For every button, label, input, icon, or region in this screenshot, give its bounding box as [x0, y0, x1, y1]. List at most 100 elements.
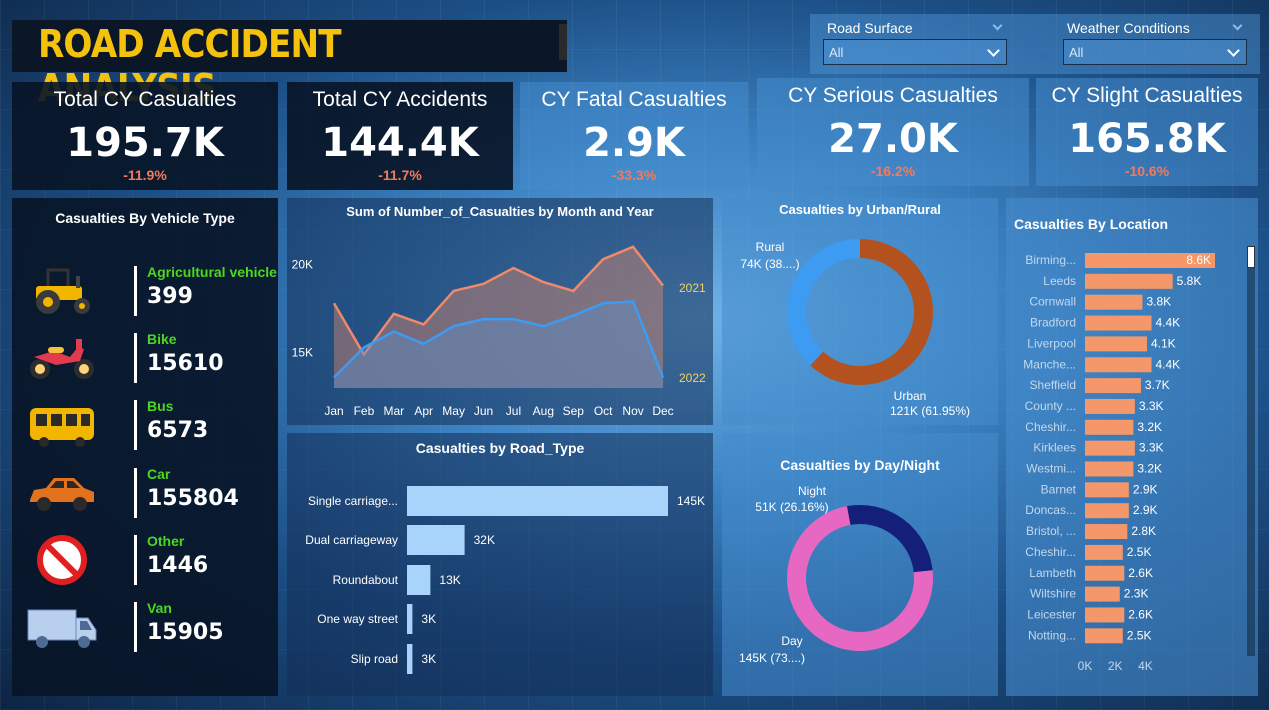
vehicle-divider [134, 266, 137, 316]
urban-slice[interactable] [810, 239, 933, 385]
location-value: 4.1K [1151, 336, 1176, 350]
road-type-bar[interactable] [407, 525, 465, 555]
location-label: Notting... [1028, 628, 1076, 642]
chevron-down-icon[interactable] [1227, 44, 1240, 57]
location-bar[interactable] [1085, 294, 1143, 310]
vehicle-row[interactable]: Car 155804 [26, 462, 276, 524]
location-bar[interactable] [1085, 628, 1123, 644]
rural-slice[interactable] [787, 239, 861, 366]
location-label: Manche... [1023, 357, 1076, 371]
urban-rural-donut-svg: Rural 74K (38....) Urban 121K (61.95%) [740, 239, 970, 418]
location-label: Leeds [1043, 274, 1076, 288]
kpi-change: -10.6% [1124, 163, 1170, 179]
day-value-label: 145K (73....) [739, 651, 805, 665]
vehicle-row[interactable]: Bike 15610 [26, 327, 276, 389]
location-value: 3.8K [1146, 295, 1171, 309]
location-bar[interactable] [1085, 273, 1173, 289]
y-tick-label: 15K [292, 346, 313, 360]
location-bar[interactable] [1085, 419, 1134, 435]
motorbike-icon [30, 339, 94, 379]
road-type-value: 3K [421, 612, 436, 626]
x-tick-label: Dec [652, 404, 673, 418]
location-bar[interactable] [1085, 524, 1128, 540]
location-value: 3.7K [1145, 378, 1170, 392]
road-type-value: 3K [421, 652, 436, 666]
location-bar[interactable] [1085, 586, 1120, 602]
road-type-chart[interactable]: Casualties by Road_Type Single carriage.… [287, 433, 713, 696]
rural-label: Rural [756, 240, 785, 254]
location-label: Cheshir... [1025, 545, 1076, 559]
vehicle-row[interactable]: Van 15905 [26, 596, 276, 658]
tractor-icon [36, 268, 90, 314]
location-bar[interactable] [1085, 565, 1125, 581]
location-label: Liverpool [1027, 336, 1076, 350]
monthly-casualties-chart[interactable]: Sum of Number_of_Casualties by Month and… [287, 198, 713, 425]
location-bar[interactable] [1085, 398, 1135, 414]
title-cursor [559, 24, 567, 60]
location-bar[interactable] [1085, 544, 1123, 560]
bus-icon [30, 408, 94, 447]
day-night-chart[interactable]: Casualties by Day/Night Night 51K (26.16… [722, 433, 998, 696]
road-type-value: 32K [474, 533, 495, 547]
road-surface-slicer[interactable]: Road Surface All [823, 17, 1007, 65]
road-type-bar[interactable] [407, 604, 413, 634]
location-value: 2.6K [1128, 607, 1153, 621]
vehicle-divider [134, 468, 137, 518]
kpi-total-casualties[interactable]: Total CY Casualties 195.7K -11.9% [12, 82, 278, 190]
location-label: Birming... [1025, 253, 1076, 267]
vehicle-divider [134, 400, 137, 450]
road-type-bar[interactable] [407, 486, 668, 516]
location-value: 2.5K [1127, 628, 1152, 642]
road-type-label: Single carriage... [308, 494, 398, 508]
chevron-down-icon[interactable] [1232, 20, 1243, 31]
kpi-total-accidents[interactable]: Total CY Accidents 144.4K -11.7% [287, 82, 513, 190]
location-value: 3.2K [1137, 462, 1162, 476]
x-tick-label: 4K [1138, 659, 1153, 673]
area-chart-svg: 20K 15K 2021 2022 Jan Feb Mar Apr May Jun Jul Aug Se… [292, 245, 706, 418]
kpi-value: 27.0K [828, 116, 958, 162]
location-bar[interactable] [1085, 378, 1141, 394]
dashboard-title-box: ROAD ACCIDENT ANALYSIS [12, 20, 567, 110]
location-chart[interactable]: Casualties By Location Birming... 8.6K Lee… [1006, 198, 1258, 696]
location-bar[interactable] [1085, 503, 1129, 519]
vehicle-row[interactable]: Bus 6573 [26, 394, 276, 456]
van-icon [27, 609, 97, 648]
chevron-down-icon[interactable] [992, 20, 1003, 31]
road-type-value: 145K [677, 494, 705, 508]
vehicle-row[interactable]: Agricultural vehicle 399 [26, 260, 277, 322]
kpi-serious-casualties[interactable]: CY Serious Casualties 27.0K -16.2% [757, 78, 1029, 186]
weather-conditions-dropdown[interactable]: All [1063, 39, 1247, 65]
location-bar[interactable] [1085, 315, 1152, 331]
x-tick-label: May [442, 404, 465, 418]
location-bar[interactable] [1085, 336, 1147, 352]
road-type-label: Slip road [351, 652, 398, 666]
kpi-title: CY Slight Casualties [1051, 84, 1243, 107]
location-value: 2.3K [1124, 587, 1149, 601]
vehicle-row[interactable]: Other 1446 [26, 529, 276, 591]
night-slice[interactable] [846, 505, 933, 573]
location-value: 5.8K [1177, 274, 1202, 288]
road-type-bar[interactable] [407, 565, 431, 595]
location-bar[interactable] [1085, 461, 1134, 477]
location-label: Lambeth [1029, 566, 1076, 580]
series-label: 2021 [679, 281, 706, 295]
location-bar[interactable] [1085, 440, 1135, 456]
road-type-bars-svg: Single carriage... 145K Dual carriageway 32… [305, 486, 705, 674]
road-type-label: One way street [317, 612, 398, 626]
road-surface-dropdown[interactable]: All [823, 39, 1007, 65]
x-tick-label: Aug [533, 404, 554, 418]
kpi-slight-casualties[interactable]: CY Slight Casualties 165.8K -10.6% [1036, 78, 1258, 186]
location-bar[interactable] [1085, 607, 1125, 623]
kpi-fatal-casualties[interactable]: CY Fatal Casualties 2.9K -33.3% [520, 82, 748, 190]
location-label: Cornwall [1029, 295, 1076, 309]
road-type-bar[interactable] [407, 644, 413, 674]
vehicle-type-panel: Casualties By Vehicle Type Agricultural … [12, 198, 278, 696]
weather-conditions-slicer[interactable]: Weather Conditions All [1063, 17, 1247, 65]
location-bar[interactable] [1085, 482, 1129, 498]
kpi-change: -11.7% [378, 167, 422, 183]
location-bar[interactable] [1085, 357, 1152, 373]
vehicle-name: Other [147, 533, 185, 549]
location-value: 4.4K [1156, 316, 1181, 330]
chevron-down-icon[interactable] [987, 44, 1000, 57]
urban-rural-chart[interactable]: Casualties by Urban/Rural Rural 74K (38.… [722, 198, 998, 425]
